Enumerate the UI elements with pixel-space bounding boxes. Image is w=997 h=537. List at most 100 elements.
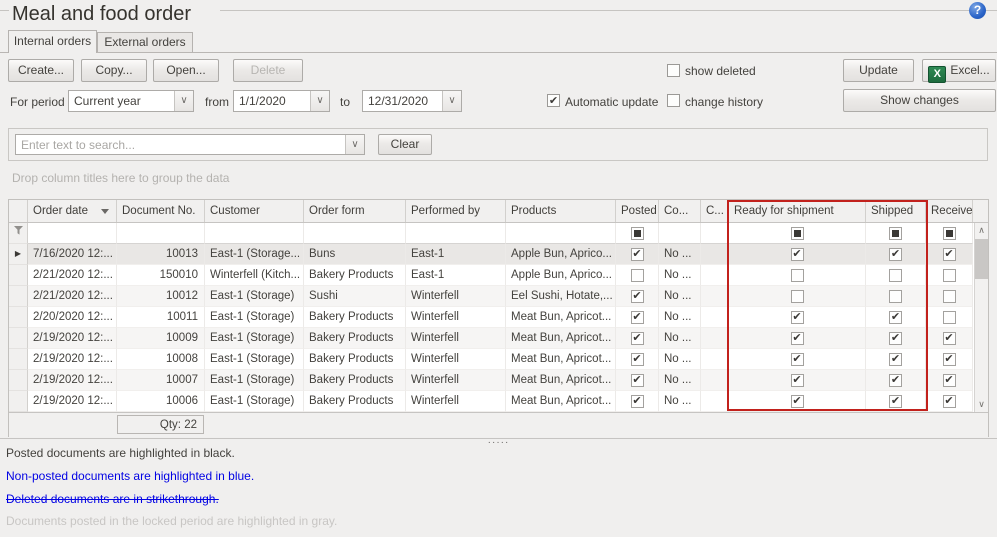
- scroll-down-icon[interactable]: [975, 397, 988, 412]
- chevron-down-icon[interactable]: [310, 91, 329, 111]
- cell-c[interactable]: [701, 391, 729, 412]
- cell-performed[interactable]: Winterfell: [406, 349, 506, 370]
- cell-date[interactable]: 2/19/2020 12:...: [28, 391, 117, 412]
- cell-comment[interactable]: No ...: [659, 328, 701, 349]
- cell-doc[interactable]: 150010: [117, 265, 205, 286]
- column-header-comment[interactable]: Co...: [659, 200, 701, 222]
- cell-form[interactable]: Bakery Products: [304, 391, 406, 412]
- row-indicator[interactable]: [9, 349, 28, 370]
- cell-checkbox-posted[interactable]: [631, 395, 644, 408]
- cell-products[interactable]: Meat Bun, Apricot...: [506, 370, 616, 391]
- cell-form[interactable]: Buns: [304, 244, 406, 265]
- table-row[interactable]: 2/20/2020 12:...10011East-1 (Storage)Bak…: [9, 307, 988, 328]
- row-indicator[interactable]: [9, 307, 28, 328]
- cell-performed[interactable]: East-1: [406, 244, 506, 265]
- search-input[interactable]: [16, 135, 345, 154]
- cell-c[interactable]: [701, 349, 729, 370]
- cell-ready[interactable]: [729, 328, 866, 349]
- cell-checkbox-received[interactable]: [943, 374, 956, 387]
- chevron-down-icon[interactable]: [442, 91, 461, 111]
- row-indicator[interactable]: ▶: [9, 244, 28, 265]
- cell-checkbox-posted[interactable]: [631, 353, 644, 366]
- column-header-shipped[interactable]: Shipped: [866, 200, 926, 222]
- cell-customer[interactable]: East-1 (Storage): [205, 307, 304, 328]
- cell-checkbox-shipped[interactable]: [889, 311, 902, 324]
- cell-received[interactable]: [926, 244, 973, 265]
- open-button[interactable]: Open...: [153, 59, 219, 82]
- cell-comment[interactable]: No ...: [659, 244, 701, 265]
- column-header-posted[interactable]: Posted: [616, 200, 659, 222]
- table-row[interactable]: 2/21/2020 12:...10012East-1 (Storage)Sus…: [9, 286, 988, 307]
- table-row[interactable]: 2/19/2020 12:...10009East-1 (Storage)Bak…: [9, 328, 988, 349]
- cell-checkbox-shipped[interactable]: [889, 248, 902, 261]
- cell-received[interactable]: [926, 349, 973, 370]
- cell-shipped[interactable]: [866, 391, 926, 412]
- cell-shipped[interactable]: [866, 370, 926, 391]
- show-changes-button[interactable]: Show changes: [843, 89, 996, 112]
- cell-doc[interactable]: 10007: [117, 370, 205, 391]
- filter-checkbox-posted[interactable]: [631, 227, 644, 240]
- column-header-form[interactable]: Order form: [304, 200, 406, 222]
- cell-ready[interactable]: [729, 349, 866, 370]
- cell-date[interactable]: 7/16/2020 12:...: [28, 244, 117, 265]
- column-header-ready[interactable]: Ready for shipment: [729, 200, 866, 222]
- cell-customer[interactable]: East-1 (Storage): [205, 391, 304, 412]
- cell-shipped[interactable]: [866, 244, 926, 265]
- to-date-select[interactable]: 12/31/2020: [362, 90, 462, 112]
- cell-received[interactable]: [926, 286, 973, 307]
- help-icon[interactable]: ?: [969, 2, 986, 19]
- chevron-down-icon[interactable]: [174, 91, 193, 111]
- cell-customer[interactable]: East-1 (Storage): [205, 349, 304, 370]
- cell-c[interactable]: [701, 265, 729, 286]
- cell-checkbox-received[interactable]: [943, 311, 956, 324]
- cell-checkbox-ready[interactable]: [791, 395, 804, 408]
- cell-customer[interactable]: Winterfell (Kitch...: [205, 265, 304, 286]
- cell-date[interactable]: 2/20/2020 12:...: [28, 307, 117, 328]
- cell-products[interactable]: Meat Bun, Apricot...: [506, 307, 616, 328]
- cell-customer[interactable]: East-1 (Storage): [205, 286, 304, 307]
- cell-comment[interactable]: No ...: [659, 391, 701, 412]
- filter-cell-customer[interactable]: [205, 223, 304, 244]
- cell-doc[interactable]: 10011: [117, 307, 205, 328]
- cell-shipped[interactable]: [866, 286, 926, 307]
- cell-checkbox-shipped[interactable]: [889, 332, 902, 345]
- cell-checkbox-shipped[interactable]: [889, 374, 902, 387]
- cell-performed[interactable]: East-1: [406, 265, 506, 286]
- cell-received[interactable]: [926, 307, 973, 328]
- cell-checkbox-ready[interactable]: [791, 248, 804, 261]
- filter-cell-form[interactable]: [304, 223, 406, 244]
- filter-cell-performed[interactable]: [406, 223, 506, 244]
- cell-checkbox-received[interactable]: [943, 353, 956, 366]
- cell-products[interactable]: Apple Bun, Aprico...: [506, 265, 616, 286]
- cell-ready[interactable]: [729, 286, 866, 307]
- cell-comment[interactable]: No ...: [659, 349, 701, 370]
- vertical-scrollbar[interactable]: [974, 223, 988, 412]
- cell-checkbox-posted[interactable]: [631, 311, 644, 324]
- cell-posted[interactable]: [616, 307, 659, 328]
- filter-checkbox-ready[interactable]: [791, 227, 804, 240]
- search-box[interactable]: [15, 134, 365, 155]
- filter-cell-products[interactable]: [506, 223, 616, 244]
- cell-doc[interactable]: 10012: [117, 286, 205, 307]
- cell-checkbox-received[interactable]: [943, 248, 956, 261]
- cell-products[interactable]: Meat Bun, Apricot...: [506, 328, 616, 349]
- cell-customer[interactable]: East-1 (Storage): [205, 370, 304, 391]
- cell-ready[interactable]: [729, 391, 866, 412]
- cell-ready[interactable]: [729, 244, 866, 265]
- filter-cell-ready[interactable]: [729, 223, 866, 244]
- table-row[interactable]: 2/19/2020 12:...10008East-1 (Storage)Bak…: [9, 349, 988, 370]
- filter-cell-date[interactable]: [28, 223, 117, 244]
- cell-performed[interactable]: Winterfell: [406, 328, 506, 349]
- filter-checkbox-received[interactable]: [943, 227, 956, 240]
- cell-products[interactable]: Eel Sushi, Hotate,...: [506, 286, 616, 307]
- clear-button[interactable]: Clear: [378, 134, 432, 155]
- cell-form[interactable]: Bakery Products: [304, 349, 406, 370]
- filter-cell-doc[interactable]: [117, 223, 205, 244]
- table-row[interactable]: 2/19/2020 12:...10006East-1 (Storage)Bak…: [9, 391, 988, 412]
- table-row[interactable]: 2/21/2020 12:...150010Winterfell (Kitch.…: [9, 265, 988, 286]
- column-header-performed[interactable]: Performed by: [406, 200, 506, 222]
- cell-checkbox-ready[interactable]: [791, 353, 804, 366]
- cell-checkbox-shipped[interactable]: [889, 269, 902, 282]
- cell-checkbox-ready[interactable]: [791, 374, 804, 387]
- cell-products[interactable]: Meat Bun, Apricot...: [506, 391, 616, 412]
